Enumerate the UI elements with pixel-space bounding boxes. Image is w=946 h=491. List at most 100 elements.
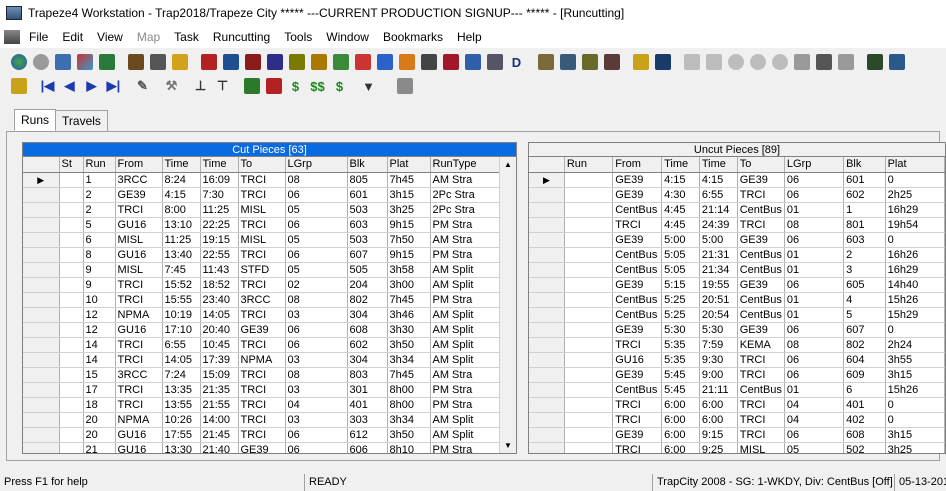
row-selector[interactable] bbox=[529, 292, 565, 308]
table-cell[interactable]: 03 bbox=[285, 307, 348, 323]
table-cell[interactable] bbox=[564, 412, 614, 428]
table-cell[interactable]: TRCI bbox=[115, 397, 163, 413]
table-cell[interactable]: TRCI bbox=[238, 337, 286, 353]
cut-column-header[interactable]: Blk bbox=[347, 157, 388, 173]
table-cell[interactable]: 606 bbox=[347, 442, 388, 453]
table-cell[interactable]: 14 bbox=[83, 337, 116, 353]
table-cell[interactable]: 3h25 bbox=[387, 202, 431, 218]
table-cell[interactable]: 3h25 bbox=[885, 442, 945, 453]
table-row[interactable]: 10 TRCI 15:55 23:40 3RCC 08 802 7h45 PM Stra bbox=[23, 292, 502, 308]
table-cell[interactable]: 801 bbox=[843, 217, 886, 233]
uncut-column-header[interactable]: Time bbox=[661, 157, 700, 173]
table-cell[interactable]: TRCI bbox=[238, 367, 286, 383]
table-cell[interactable]: 14h40 bbox=[885, 277, 945, 293]
row-selector[interactable] bbox=[23, 412, 60, 428]
table-cell[interactable]: TRCI bbox=[115, 277, 163, 293]
table-cell[interactable] bbox=[564, 352, 614, 368]
table-cell[interactable]: 14:05 bbox=[162, 352, 201, 368]
table-cell[interactable]: 06 bbox=[784, 367, 845, 383]
scroll-up-icon[interactable]: ▲ bbox=[500, 157, 516, 172]
menu-bookmarks[interactable]: Bookmarks bbox=[376, 27, 450, 47]
table-cell[interactable]: 604 bbox=[843, 352, 886, 368]
table-row[interactable]: 14 TRCI 14:05 17:39 NPMA 03 304 3h34 AM Split bbox=[23, 352, 502, 368]
table-cell[interactable] bbox=[564, 367, 614, 383]
table-cell[interactable]: 803 bbox=[347, 367, 388, 383]
current-row-indicator-icon[interactable]: ▶ bbox=[23, 172, 60, 188]
table-cell[interactable]: 20:54 bbox=[699, 307, 738, 323]
table-cell[interactable]: 06 bbox=[285, 247, 348, 263]
table-cell[interactable] bbox=[59, 412, 84, 428]
bell-icon[interactable] bbox=[169, 52, 190, 73]
table-cell[interactable]: 16:09 bbox=[200, 172, 239, 188]
table-cell[interactable]: 607 bbox=[843, 322, 886, 338]
table-cell[interactable]: TRCI bbox=[612, 217, 663, 233]
table-cell[interactable]: 603 bbox=[347, 217, 388, 233]
row-selector[interactable] bbox=[23, 382, 60, 398]
cut-column-header[interactable]: St bbox=[59, 157, 84, 173]
table-cell[interactable] bbox=[59, 172, 84, 188]
table-cell[interactable]: 8h00 bbox=[387, 382, 431, 398]
cut-column-header[interactable]: From bbox=[115, 157, 163, 173]
table-cell[interactable]: TRCI bbox=[115, 352, 163, 368]
table-row[interactable]: 17 TRCI 13:35 21:35 TRCI 03 301 8h00 PM Stra bbox=[23, 382, 502, 398]
table-cell[interactable] bbox=[564, 232, 614, 248]
table-cell[interactable]: 20 bbox=[83, 427, 116, 443]
table-cell[interactable]: 802 bbox=[843, 337, 886, 353]
table-cell[interactable]: 8:24 bbox=[162, 172, 201, 188]
table-cell[interactable] bbox=[564, 202, 614, 218]
table-cell[interactable]: 03 bbox=[285, 352, 348, 368]
table-cell[interactable]: 9:15 bbox=[699, 427, 738, 443]
table-cell[interactable]: GE39 bbox=[612, 427, 663, 443]
table-cell[interactable]: 22:25 bbox=[200, 217, 239, 233]
table-cell[interactable]: GU16 bbox=[115, 247, 163, 263]
table-cell[interactable]: AM Stra bbox=[430, 232, 502, 248]
table-cell[interactable]: 8 bbox=[83, 247, 116, 263]
table-cell[interactable]: 5:35 bbox=[661, 337, 700, 353]
table-cell[interactable]: 5:30 bbox=[661, 322, 700, 338]
pin-icon[interactable] bbox=[630, 52, 651, 73]
table-cell[interactable]: 2 bbox=[83, 202, 116, 218]
table-cell[interactable]: PM Stra bbox=[430, 247, 502, 263]
table-cell[interactable]: GU16 bbox=[115, 217, 163, 233]
row-selector[interactable] bbox=[529, 382, 565, 398]
table-row[interactable]: CentBus 5:25 20:51 CentBus 01 4 15h26 bbox=[529, 292, 945, 308]
row-selector[interactable] bbox=[529, 442, 565, 453]
row-selector[interactable] bbox=[23, 442, 60, 453]
table-cell[interactable]: 16h29 bbox=[885, 202, 945, 218]
table-cell[interactable]: 3 bbox=[843, 262, 886, 278]
table-cell[interactable]: AM Split bbox=[430, 262, 502, 278]
table-cell[interactable]: 4:45 bbox=[661, 202, 700, 218]
table-cell[interactable] bbox=[59, 277, 84, 293]
table-cell[interactable]: TRCI bbox=[115, 382, 163, 398]
table-cell[interactable]: AM Stra bbox=[430, 172, 502, 188]
row-selector[interactable] bbox=[529, 277, 565, 293]
person-icon[interactable] bbox=[352, 52, 373, 73]
table-cell[interactable] bbox=[59, 442, 84, 453]
table-cell[interactable]: 10:26 bbox=[162, 412, 201, 428]
table-cell[interactable]: 608 bbox=[843, 427, 886, 443]
table-cell[interactable]: GE39 bbox=[612, 232, 663, 248]
table-cell[interactable]: 2Pc Stra bbox=[430, 187, 502, 203]
table-cell[interactable]: 08 bbox=[784, 217, 845, 233]
table-cell[interactable]: 609 bbox=[843, 367, 886, 383]
menu-view[interactable]: View bbox=[90, 27, 130, 47]
table-cell[interactable]: 607 bbox=[347, 247, 388, 263]
table-row[interactable]: 12 GU16 17:10 20:40 GE39 06 608 3h30 AM Split bbox=[23, 322, 502, 338]
d-icon[interactable]: D bbox=[506, 52, 527, 73]
table-row[interactable]: CentBus 4:45 21:14 CentBus 01 1 16h29 bbox=[529, 202, 945, 218]
table-cell[interactable] bbox=[59, 292, 84, 308]
frame-icon[interactable] bbox=[652, 52, 673, 73]
table-cell[interactable]: AM Split bbox=[430, 427, 502, 443]
table-cell[interactable]: 02 bbox=[285, 277, 348, 293]
table-cell[interactable] bbox=[564, 397, 614, 413]
cut-column-header[interactable]: Time bbox=[200, 157, 239, 173]
table-cell[interactable]: TRCI bbox=[238, 247, 286, 263]
table-cell[interactable]: 06 bbox=[784, 172, 845, 188]
row-selector[interactable] bbox=[529, 232, 565, 248]
cut-column-header[interactable]: RunType bbox=[430, 157, 502, 173]
table-cell[interactable]: 05 bbox=[285, 232, 348, 248]
table-cell[interactable]: 17 bbox=[83, 382, 116, 398]
table-cell[interactable]: 5:00 bbox=[699, 232, 738, 248]
cost-compare-icon[interactable]: $$ bbox=[307, 76, 328, 97]
table-cell[interactable]: AM Split bbox=[430, 307, 502, 323]
